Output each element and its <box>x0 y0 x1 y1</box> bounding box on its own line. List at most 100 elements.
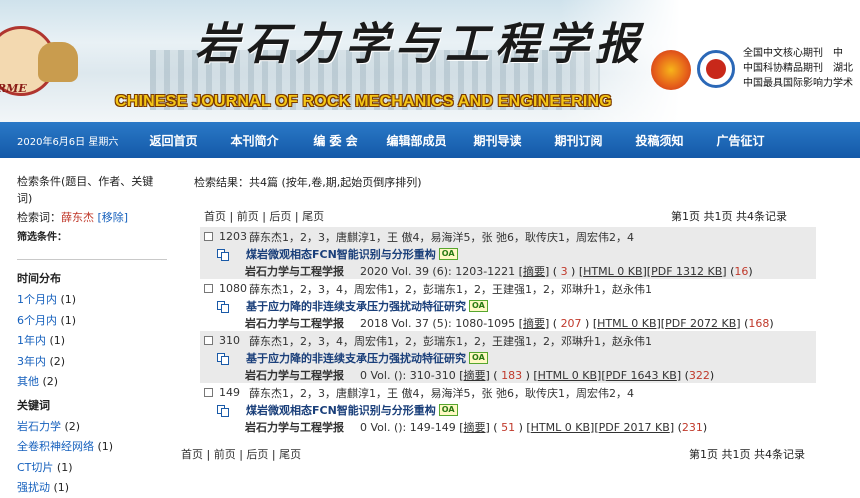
record-citation: 0 Vol. (): 149-149 <box>360 420 456 434</box>
facet-count: (2) <box>49 354 66 368</box>
facet-item: CT切片 (1) <box>17 458 175 479</box>
record-title[interactable]: 煤岩微观相态FCN智能识别与分形重构 <box>246 246 436 262</box>
select-checkbox[interactable] <box>204 336 213 345</box>
record-id: 1080 <box>219 282 247 295</box>
abstract-link[interactable]: 摘要 <box>464 419 486 435</box>
select-checkbox[interactable] <box>204 284 213 293</box>
result-row: 1203 薛东杰1，2，3，唐麒淳1，王 傲4，易海洋5，张 弛6，耿传庆1，周… <box>200 227 816 279</box>
pager-last[interactable]: 尾页 <box>302 210 324 223</box>
record-title[interactable]: 煤岩微观相态FCN智能识别与分形重构 <box>246 402 436 418</box>
journal-title-cn: 岩石力学与工程学报 <box>195 19 645 70</box>
pager-bottom: 首页 | 前页 | 后页 | 尾页 <box>181 448 302 461</box>
facet-link[interactable]: 其他 <box>17 375 39 388</box>
search-sidebar: 检索条件(题目、作者、关键词) 检索词：薛东杰 [移除] 筛选条件： 时间分布 … <box>0 158 175 498</box>
pager-first[interactable]: 首页 <box>204 210 226 223</box>
page-info-bottom: 第1页 共1页 共4条记录 <box>689 448 805 461</box>
document-icon <box>217 248 229 261</box>
pager-prev[interactable]: 前页 <box>237 210 259 223</box>
divider <box>17 259 167 260</box>
record-id: 149 <box>219 386 240 399</box>
remove-keyword-link[interactable]: [移除] <box>98 211 129 224</box>
main-nav: 2020年6月6日 星期六 返回首页 本刊简介 编 委 会 编辑部成员 期刊导读… <box>0 122 860 158</box>
facet-link[interactable]: 6个月内 <box>17 314 57 327</box>
nav-editorial-board[interactable]: 编 委 会 <box>295 132 376 149</box>
nav-editorial-staff[interactable]: 编辑部成员 <box>376 132 457 149</box>
html-link[interactable]: HTML 0 KB <box>597 317 656 330</box>
record-title[interactable]: 基于应力降的非连续支承压力强扰动特征研究 <box>246 298 466 314</box>
record-journal: 岩石力学与工程学报 <box>245 265 344 278</box>
result-row: 1080 薛东杰1，2，3，4，周宏伟1，2，彭瑞东1，2，王建强1，2，邓琳升… <box>200 279 816 331</box>
facet-item: 1个月内 (1) <box>17 290 175 311</box>
pager-top: 首页 | 前页 | 后页 | 尾页 <box>204 210 325 223</box>
facet-item: 其他 (2) <box>17 372 175 393</box>
logo-text: RME <box>0 82 27 95</box>
facet-link[interactable]: 1年内 <box>17 334 46 347</box>
pdf-link[interactable]: PDF 2017 KB <box>599 421 670 434</box>
facet-item: 1年内 (1) <box>17 331 175 352</box>
pdf-link[interactable]: PDF 1643 KB <box>606 369 677 382</box>
select-checkbox[interactable] <box>204 232 213 241</box>
facet-count: (1) <box>56 460 73 474</box>
results-panel: 检索结果：共4篇 (按年,卷,期,起始页倒序排列) 首页 | 前页 | 后页 |… <box>175 158 860 498</box>
abstract-link[interactable]: 摘要 <box>464 367 486 383</box>
keyword-value: 薛东杰 <box>61 211 94 224</box>
search-condition-label: 检索条件(题目、作者、关键词) <box>17 175 154 205</box>
html-link[interactable]: HTML 0 KB <box>531 421 590 434</box>
header-banner: RME 岩石力学与工程学报 CHINESE JOURNAL OF ROCK ME… <box>0 0 860 122</box>
facet-item: 3年内 (2) <box>17 352 175 373</box>
document-icon <box>217 404 229 417</box>
select-checkbox[interactable] <box>204 388 213 397</box>
pager-prev[interactable]: 前页 <box>214 448 236 461</box>
pdf-count: 322 <box>688 368 710 382</box>
facet-link[interactable]: 1个月内 <box>17 293 57 306</box>
nav-subscribe[interactable]: 期刊订阅 <box>538 132 619 149</box>
record-citation: 0 Vol. (): 310-310 <box>360 368 456 382</box>
nav-advertising[interactable]: 广告征订 <box>700 132 781 149</box>
record-citation: 2020 Vol. 39 (6): 1203-1221 <box>360 264 516 278</box>
pdf-count: 16 <box>734 264 749 278</box>
abstract-count: 207 <box>560 316 582 330</box>
keyword-row: 检索词：薛东杰 [移除] <box>17 209 175 226</box>
nav-submission[interactable]: 投稿须知 <box>619 132 700 149</box>
results-list: 1203 薛东杰1，2，3，唐麒淳1，王 傲4，易海洋5，张 弛6，耿传庆1，周… <box>200 227 816 435</box>
open-access-badge: OA <box>438 248 458 260</box>
pager-first[interactable]: 首页 <box>181 448 203 461</box>
pdf-count: 231 <box>681 420 703 434</box>
record-id: 310 <box>219 334 240 347</box>
current-date: 2020年6月6日 星期六 <box>17 136 119 148</box>
record-title[interactable]: 基于应力降的非连续支承压力强扰动特征研究 <box>246 350 466 366</box>
record-authors: 薛东杰1，2，3，唐麒淳1，王 傲4，易海洋5，张 弛6，耿传庆1，周宏伟2，4 <box>249 230 634 244</box>
pdf-link[interactable]: PDF 2072 KB <box>665 317 736 330</box>
record-authors: 薛东杰1，2，3，4，周宏伟1，2，彭瑞东1，2，王建强1，2，邓琳升1，赵永伟… <box>249 282 652 296</box>
nav-home[interactable]: 返回首页 <box>133 132 214 149</box>
facet-count: (1) <box>60 313 77 327</box>
pager-next[interactable]: 后页 <box>246 448 268 461</box>
journal-honors: 全国中文核心期刊 中 中国科协精品期刊 湖北 中国最具国际影响力学术 <box>743 46 853 91</box>
facet-link[interactable]: 岩石力学 <box>17 420 61 433</box>
facet-item: 全卷积神经网络 (1) <box>17 437 175 458</box>
pdf-link[interactable]: PDF 1312 KB <box>651 265 722 278</box>
honor-line: 中国最具国际影响力学术 <box>743 78 853 89</box>
facet-link[interactable]: 强扰动 <box>17 481 50 494</box>
document-icon <box>217 352 229 365</box>
abstract-link[interactable]: 摘要 <box>523 315 545 331</box>
abstract-link[interactable]: 摘要 <box>523 263 545 279</box>
facet-count: (2) <box>64 419 81 433</box>
record-id: 1203 <box>219 230 247 243</box>
facet-count: (1) <box>49 334 66 347</box>
record-journal: 岩石力学与工程学报 <box>245 317 344 330</box>
html-link[interactable]: HTML 0 KB <box>538 369 597 382</box>
record-citation: 2018 Vol. 37 (5): 1080-1095 <box>360 316 516 330</box>
open-access-badge: OA <box>469 300 488 312</box>
open-access-badge: OA <box>469 352 488 364</box>
nav-about[interactable]: 本刊简介 <box>214 132 295 149</box>
nav-guide[interactable]: 期刊导读 <box>457 132 538 149</box>
pager-last[interactable]: 尾页 <box>279 448 301 461</box>
facet-link[interactable]: 3年内 <box>17 355 46 368</box>
pager-next[interactable]: 后页 <box>269 210 291 223</box>
abstract-count: 3 <box>560 264 568 278</box>
facet-link[interactable]: CT切片 <box>17 461 53 474</box>
facet-count: (1) <box>53 481 70 494</box>
html-link[interactable]: HTML 0 KB <box>583 265 642 278</box>
facet-link[interactable]: 全卷积神经网络 <box>17 440 94 453</box>
